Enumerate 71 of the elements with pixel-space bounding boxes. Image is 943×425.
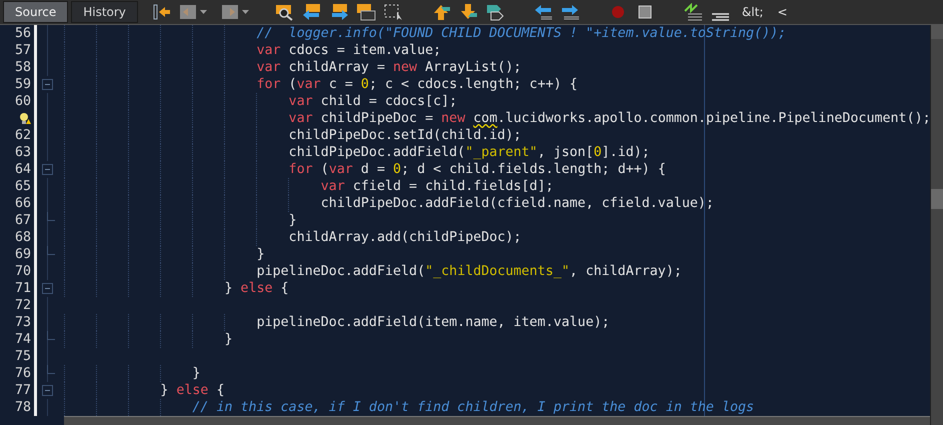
line-number: 65 (14, 178, 31, 195)
code-line: for (var d = 0; d < child.fields.length; d++) { (288, 161, 666, 178)
line-number: 66 (14, 195, 31, 212)
line-number: 70 (14, 263, 31, 280)
fold-end-icon (47, 331, 55, 340)
code-line: var child = cdocs[c]; (288, 93, 458, 110)
caret-icon[interactable] (200, 10, 207, 14)
code-line: } else { (159, 382, 225, 399)
tab[interactable]: History (71, 1, 138, 23)
code-line: childPipeDoc.addField(cfield.name, cfield.value); (320, 195, 714, 212)
code-line: var cfield = child.fields[d]; (320, 178, 554, 195)
code-line: childArray.add(childPipeDoc); (288, 229, 522, 246)
code-line: childPipeDoc.addField("_parent", json[0].id); (288, 144, 650, 161)
line-number: 57 (14, 42, 31, 59)
fold-end-icon (47, 212, 55, 221)
line-number: 69 (14, 246, 31, 263)
text-button[interactable]: < (775, 3, 790, 21)
line-number: 60 (14, 93, 31, 110)
code-line: pipelineDoc.addField("_childDocuments_", childArray); (256, 263, 682, 280)
code-line: } (191, 365, 200, 382)
line-number: 63 (14, 144, 31, 161)
line-number: 68 (14, 229, 31, 246)
line-number: 59 (14, 76, 31, 93)
vertical-scrollbar[interactable] (930, 25, 943, 425)
fold-toggle-icon[interactable] (42, 79, 53, 90)
caret-icon[interactable] (242, 10, 249, 14)
line-number: 74 (14, 331, 31, 348)
horizontal-scrollbar[interactable] (64, 416, 930, 425)
tab[interactable]: Source (3, 1, 68, 23)
code-line: } (223, 331, 233, 348)
code-line: } (256, 246, 265, 263)
fold-toggle-icon[interactable] (42, 164, 53, 175)
fold-toggle-icon[interactable] (42, 385, 53, 396)
code-line: var cdocs = item.value; (256, 42, 442, 59)
comment-icon[interactable] (682, 3, 703, 21)
code-line: } (288, 212, 297, 229)
line-number: 75 (14, 348, 31, 365)
fold-end-icon (47, 365, 55, 374)
selection-icon[interactable] (382, 3, 403, 21)
code-line: childPipeDoc.setId(child.id); (288, 127, 522, 144)
forward-icon[interactable] (220, 3, 240, 21)
line-number: 73 (14, 314, 31, 331)
line-number: 62 (14, 127, 31, 144)
line-number: 76 (14, 365, 31, 382)
code-comment: // logger.info("FOUND CHILD DOCUMENTS ! "+item.value.toString()); (256, 25, 786, 42)
line-number: 64 (14, 161, 31, 178)
code-line: var childPipeDoc = new com.lucidworks.apollo.common.pipeline.PipelineDocument(); (288, 110, 930, 127)
line-number: 56 (14, 25, 31, 42)
shift-right-icon[interactable] (560, 3, 580, 21)
line-number: 67 (14, 212, 31, 229)
warning-bulb-icon[interactable] (19, 112, 31, 125)
fold-end-icon (47, 246, 55, 255)
back-icon[interactable] (178, 3, 198, 21)
line-number: 58 (14, 59, 31, 76)
text-button[interactable]: &lt; (740, 3, 766, 21)
line-number: 72 (14, 297, 31, 314)
code-line: } else { (223, 280, 289, 297)
search-icon[interactable] (274, 3, 295, 21)
code-line: for (var c = 0; c < cdocs.length; c++) { (256, 76, 578, 93)
line-number: 77 (14, 382, 31, 399)
line-number: 71 (14, 280, 31, 297)
code-comment: // in this case, if I don't find children, I print the doc in the logs (191, 399, 754, 416)
bookmark-icon[interactable] (484, 3, 505, 21)
fold-toggle-icon[interactable] (42, 283, 53, 294)
code-line: pipelineDoc.addField(item.name, item.value); (256, 314, 610, 331)
line-number: 78 (14, 399, 31, 416)
code-line: var childArray = new ArrayList(); (256, 59, 522, 76)
highlight-icon[interactable] (356, 3, 376, 21)
shift-left-icon[interactable] (532, 3, 553, 21)
find-previous-icon[interactable] (302, 3, 322, 21)
jump-back-icon[interactable] (150, 3, 171, 21)
